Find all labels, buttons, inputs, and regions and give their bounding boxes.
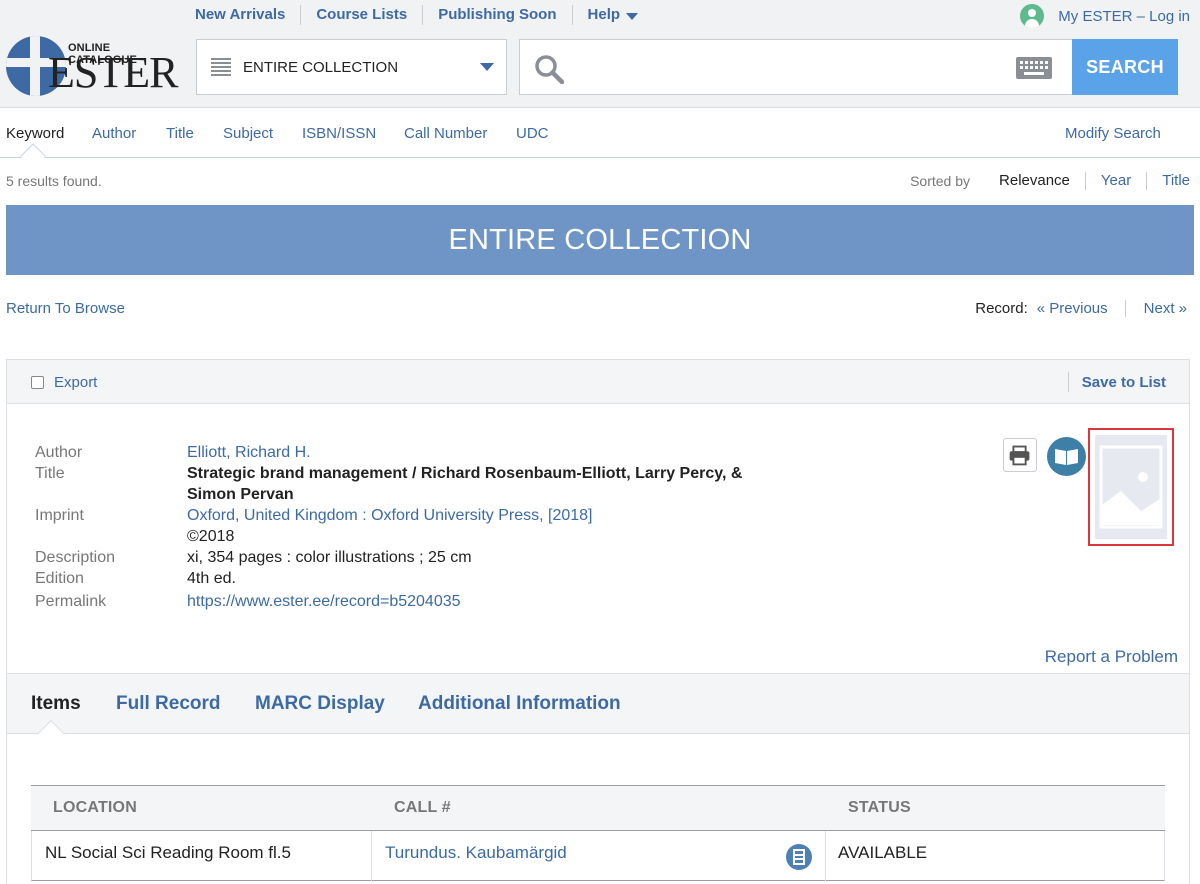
title-label: Title [35, 465, 65, 482]
search-input[interactable] [576, 48, 996, 86]
items-table-header: LOCATION CALL # STATUS [31, 786, 1165, 831]
toolbar-divider [1068, 372, 1069, 392]
return-to-browse-link[interactable]: Return To Browse [6, 300, 125, 317]
tab-udc[interactable]: UDC [516, 125, 549, 142]
table-row: NL Social Sci Reading Room fl.5 Turundus… [31, 831, 1165, 881]
item-call-number-link[interactable]: Turundus. Kaubamärgid [385, 843, 567, 863]
record-fields: Author Elliott, Richard H. Title Strategic… [35, 442, 807, 612]
search-box [519, 39, 1073, 95]
sort-relevance[interactable]: Relevance [984, 172, 1085, 190]
previous-record-link[interactable]: « Previous [1037, 300, 1126, 317]
tab-author[interactable]: Author [92, 125, 136, 142]
image-placeholder-icon [1095, 435, 1167, 539]
chevron-down-icon [626, 12, 639, 20]
export-link[interactable]: Export [54, 374, 97, 391]
nav-help[interactable]: Help [573, 5, 654, 25]
record-label: Record: [975, 300, 1028, 317]
sort-year[interactable]: Year [1084, 172, 1146, 190]
author-link[interactable]: Elliott, Richard H. [187, 442, 807, 463]
tab-title[interactable]: Title [166, 125, 194, 142]
imprint-link[interactable]: Oxford, United Kingdom : Oxford Universi… [187, 505, 807, 526]
logo-title: ESTER [48, 48, 178, 97]
keyboard-icon[interactable] [1016, 57, 1052, 79]
record-detail-tabs: Items Full Record MARC Display Additiona… [7, 673, 1189, 749]
book-button[interactable] [1047, 437, 1086, 476]
open-book-icon [1055, 449, 1078, 465]
active-tab-pointer [20, 143, 46, 169]
next-record-link[interactable]: Next » [1126, 300, 1187, 317]
modify-search-link[interactable]: Modify Search [1065, 125, 1161, 142]
collection-banner: ENTIRE COLLECTION [6, 205, 1194, 275]
tab-items[interactable]: Items [31, 693, 81, 715]
description-value: xi, 354 pages : color illustrations ; 25… [187, 549, 472, 566]
col-location: LOCATION [53, 799, 137, 816]
active-tab-pointer [36, 719, 66, 749]
tab-isbn-issn[interactable]: ISBN/ISSN [302, 125, 376, 142]
sort-title[interactable]: Title [1146, 172, 1190, 190]
header: New Arrivals Course Lists Publishing Soo… [0, 0, 1200, 108]
sorted-by-label: Sorted by [910, 173, 971, 189]
book-cover-placeholder[interactable] [1088, 428, 1174, 546]
login-link[interactable]: My ESTER – Log in [1020, 4, 1190, 28]
items-table: LOCATION CALL # STATUS NL Social Sci Rea… [31, 785, 1165, 881]
sort-options: Sorted by Relevance Year Title [910, 172, 1190, 190]
edition-label: Edition [35, 570, 84, 587]
edition-value: 4th ed. [187, 570, 236, 587]
permalink-label: Permalink [35, 593, 107, 610]
tab-keyword[interactable]: Keyword [6, 125, 64, 142]
save-to-list-link[interactable]: Save to List [1082, 374, 1166, 391]
tab-marc-display[interactable]: MARC Display [255, 693, 385, 715]
record-navigation: Record: « Previous Next » [975, 300, 1187, 317]
tab-full-record[interactable]: Full Record [116, 693, 221, 715]
imprint-label: Imprint [35, 507, 84, 524]
ester-logo[interactable]: ONLINE CATALOGUE ESTER [6, 36, 182, 98]
search-scope-value: ENTIRE COLLECTION [243, 58, 399, 76]
user-icon [1020, 4, 1045, 28]
top-nav: New Arrivals Course Lists Publishing Soo… [180, 4, 653, 26]
login-label: My ESTER – Log in [1058, 7, 1190, 25]
results-count: 5 results found. [6, 173, 102, 189]
nav-new-arrivals[interactable]: New Arrivals [180, 5, 302, 25]
search-button[interactable]: SEARCH [1072, 39, 1178, 95]
col-call-number: CALL # [394, 799, 451, 816]
author-label: Author [35, 444, 83, 461]
search-icon [535, 55, 564, 84]
item-location: NL Social Sci Reading Room fl.5 [45, 843, 291, 862]
printer-icon [1009, 445, 1030, 466]
shelf-locator-icon[interactable] [786, 844, 812, 870]
record-toolbar: Export Save to List [7, 360, 1189, 404]
nav-publishing-soon[interactable]: Publishing Soon [423, 5, 573, 25]
dropdown-arrow-icon [480, 63, 494, 71]
description-label: Description [35, 549, 116, 566]
search-type-tabs: Keyword Author Title Subject ISBN/ISSN C… [0, 109, 1200, 169]
nav-course-lists[interactable]: Course Lists [301, 5, 424, 25]
tab-call-number[interactable]: Call Number [404, 125, 487, 142]
report-problem-link[interactable]: Report a Problem [1045, 647, 1178, 667]
tab-additional-information[interactable]: Additional Information [418, 693, 621, 715]
print-button[interactable] [1003, 438, 1037, 472]
title-value-cont: Simon Pervan [187, 486, 294, 503]
list-icon [211, 58, 231, 76]
search-scope-select[interactable]: ENTIRE COLLECTION [196, 39, 507, 95]
item-status: AVAILABLE [838, 843, 928, 862]
tab-subject[interactable]: Subject [223, 125, 273, 142]
col-status: STATUS [848, 799, 911, 816]
nav-help-label: Help [587, 6, 621, 23]
title-value: Strategic brand management / Richard Ros… [187, 465, 743, 482]
record-panel: Export Save to List Author Elliott, Richa… [6, 359, 1190, 884]
imprint-year: ©2018 [187, 528, 235, 545]
export-checkbox[interactable] [31, 376, 44, 389]
permalink-link[interactable]: https://www.ester.ee/record=b5204035 [187, 591, 807, 612]
